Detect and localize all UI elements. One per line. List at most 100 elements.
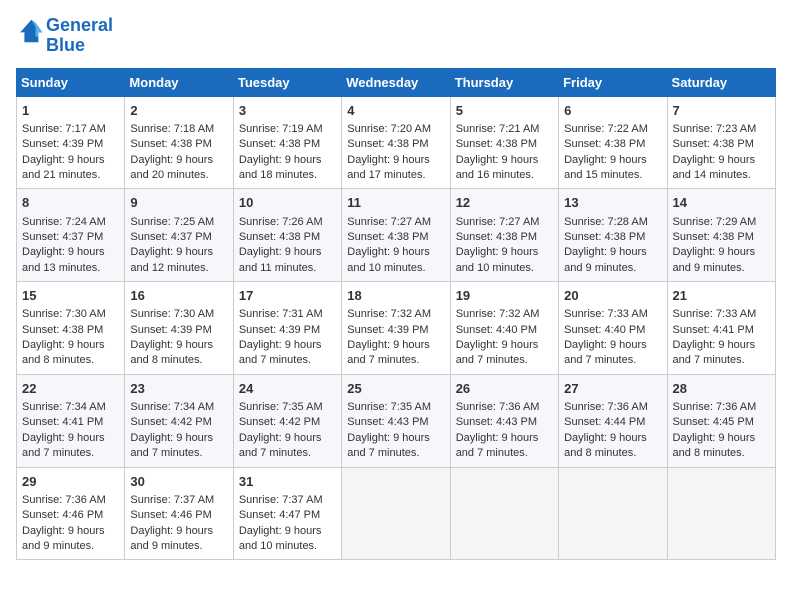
- day-number: 13: [564, 194, 661, 212]
- sunrise-text: Sunrise: 7:26 AM: [239, 216, 323, 228]
- sunset-text: Sunset: 4:38 PM: [22, 324, 103, 336]
- sunrise-text: Sunrise: 7:33 AM: [564, 308, 648, 320]
- day-number: 28: [673, 380, 770, 398]
- daylight-text: Daylight: 9 hours and 7 minutes.: [239, 339, 322, 366]
- calendar-cell: 12 Sunrise: 7:27 AM Sunset: 4:38 PM Dayl…: [450, 189, 558, 282]
- sunrise-text: Sunrise: 7:32 AM: [347, 308, 431, 320]
- calendar-row-week-3: 15 Sunrise: 7:30 AM Sunset: 4:38 PM Dayl…: [17, 282, 776, 375]
- daylight-text: Daylight: 9 hours and 7 minutes.: [456, 339, 539, 366]
- logo-text-line1: General: [46, 16, 113, 36]
- sunrise-text: Sunrise: 7:18 AM: [130, 123, 214, 135]
- calendar-row-week-5: 29 Sunrise: 7:36 AM Sunset: 4:46 PM Dayl…: [17, 467, 776, 560]
- sunset-text: Sunset: 4:38 PM: [239, 138, 320, 150]
- day-header-saturday: Saturday: [667, 68, 775, 96]
- sunset-text: Sunset: 4:37 PM: [22, 231, 103, 243]
- day-header-thursday: Thursday: [450, 68, 558, 96]
- daylight-text: Daylight: 9 hours and 17 minutes.: [347, 154, 430, 181]
- sunset-text: Sunset: 4:40 PM: [456, 324, 537, 336]
- day-header-sunday: Sunday: [17, 68, 125, 96]
- sunrise-text: Sunrise: 7:27 AM: [456, 216, 540, 228]
- calendar-cell: 24 Sunrise: 7:35 AM Sunset: 4:42 PM Dayl…: [233, 374, 341, 467]
- calendar-cell: 5 Sunrise: 7:21 AM Sunset: 4:38 PM Dayli…: [450, 96, 558, 189]
- sunrise-text: Sunrise: 7:34 AM: [22, 401, 106, 413]
- daylight-text: Daylight: 9 hours and 8 minutes.: [673, 432, 756, 459]
- day-number: 23: [130, 380, 227, 398]
- day-number: 7: [673, 102, 770, 120]
- calendar-cell: 11 Sunrise: 7:27 AM Sunset: 4:38 PM Dayl…: [342, 189, 450, 282]
- sunrise-text: Sunrise: 7:36 AM: [564, 401, 648, 413]
- calendar-cell: 25 Sunrise: 7:35 AM Sunset: 4:43 PM Dayl…: [342, 374, 450, 467]
- day-number: 24: [239, 380, 336, 398]
- sunset-text: Sunset: 4:44 PM: [564, 416, 645, 428]
- sunset-text: Sunset: 4:41 PM: [673, 324, 754, 336]
- calendar-cell: 15 Sunrise: 7:30 AM Sunset: 4:38 PM Dayl…: [17, 282, 125, 375]
- daylight-text: Daylight: 9 hours and 9 minutes.: [130, 525, 213, 552]
- daylight-text: Daylight: 9 hours and 11 minutes.: [239, 246, 322, 273]
- day-header-tuesday: Tuesday: [233, 68, 341, 96]
- sunset-text: Sunset: 4:39 PM: [239, 324, 320, 336]
- calendar-cell: 20 Sunrise: 7:33 AM Sunset: 4:40 PM Dayl…: [559, 282, 667, 375]
- sunrise-text: Sunrise: 7:22 AM: [564, 123, 648, 135]
- sunrise-text: Sunrise: 7:23 AM: [673, 123, 757, 135]
- day-number: 29: [22, 473, 119, 491]
- calendar-cell: 6 Sunrise: 7:22 AM Sunset: 4:38 PM Dayli…: [559, 96, 667, 189]
- sunset-text: Sunset: 4:39 PM: [130, 324, 211, 336]
- daylight-text: Daylight: 9 hours and 21 minutes.: [22, 154, 105, 181]
- daylight-text: Daylight: 9 hours and 10 minutes.: [347, 246, 430, 273]
- sunset-text: Sunset: 4:38 PM: [673, 138, 754, 150]
- sunrise-text: Sunrise: 7:30 AM: [22, 308, 106, 320]
- calendar-cell: 10 Sunrise: 7:26 AM Sunset: 4:38 PM Dayl…: [233, 189, 341, 282]
- day-number: 25: [347, 380, 444, 398]
- sunrise-text: Sunrise: 7:28 AM: [564, 216, 648, 228]
- day-number: 27: [564, 380, 661, 398]
- sunrise-text: Sunrise: 7:36 AM: [673, 401, 757, 413]
- sunrise-text: Sunrise: 7:32 AM: [456, 308, 540, 320]
- daylight-text: Daylight: 9 hours and 20 minutes.: [130, 154, 213, 181]
- sunset-text: Sunset: 4:43 PM: [347, 416, 428, 428]
- calendar-cell: [342, 467, 450, 560]
- calendar-cell: 9 Sunrise: 7:25 AM Sunset: 4:37 PM Dayli…: [125, 189, 233, 282]
- day-number: 20: [564, 287, 661, 305]
- calendar-cell: 30 Sunrise: 7:37 AM Sunset: 4:46 PM Dayl…: [125, 467, 233, 560]
- sunrise-text: Sunrise: 7:17 AM: [22, 123, 106, 135]
- day-number: 12: [456, 194, 553, 212]
- calendar-cell: 2 Sunrise: 7:18 AM Sunset: 4:38 PM Dayli…: [125, 96, 233, 189]
- sunrise-text: Sunrise: 7:21 AM: [456, 123, 540, 135]
- sunrise-text: Sunrise: 7:35 AM: [239, 401, 323, 413]
- sunrise-text: Sunrise: 7:35 AM: [347, 401, 431, 413]
- sunset-text: Sunset: 4:38 PM: [673, 231, 754, 243]
- daylight-text: Daylight: 9 hours and 9 minutes.: [673, 246, 756, 273]
- day-number: 1: [22, 102, 119, 120]
- days-header-row: SundayMondayTuesdayWednesdayThursdayFrid…: [17, 68, 776, 96]
- sunrise-text: Sunrise: 7:37 AM: [239, 494, 323, 506]
- daylight-text: Daylight: 9 hours and 7 minutes.: [22, 432, 105, 459]
- sunrise-text: Sunrise: 7:30 AM: [130, 308, 214, 320]
- daylight-text: Daylight: 9 hours and 10 minutes.: [456, 246, 539, 273]
- day-header-friday: Friday: [559, 68, 667, 96]
- day-number: 15: [22, 287, 119, 305]
- day-number: 17: [239, 287, 336, 305]
- daylight-text: Daylight: 9 hours and 18 minutes.: [239, 154, 322, 181]
- sunset-text: Sunset: 4:38 PM: [564, 231, 645, 243]
- sunrise-text: Sunrise: 7:37 AM: [130, 494, 214, 506]
- calendar-cell: 23 Sunrise: 7:34 AM Sunset: 4:42 PM Dayl…: [125, 374, 233, 467]
- daylight-text: Daylight: 9 hours and 9 minutes.: [22, 525, 105, 552]
- day-number: 18: [347, 287, 444, 305]
- calendar-cell: 27 Sunrise: 7:36 AM Sunset: 4:44 PM Dayl…: [559, 374, 667, 467]
- daylight-text: Daylight: 9 hours and 7 minutes.: [347, 432, 430, 459]
- sunrise-text: Sunrise: 7:20 AM: [347, 123, 431, 135]
- daylight-text: Daylight: 9 hours and 7 minutes.: [130, 432, 213, 459]
- calendar-cell: 7 Sunrise: 7:23 AM Sunset: 4:38 PM Dayli…: [667, 96, 775, 189]
- daylight-text: Daylight: 9 hours and 8 minutes.: [564, 432, 647, 459]
- sunset-text: Sunset: 4:38 PM: [456, 138, 537, 150]
- sunset-text: Sunset: 4:38 PM: [347, 231, 428, 243]
- sunset-text: Sunset: 4:47 PM: [239, 509, 320, 521]
- sunset-text: Sunset: 4:42 PM: [130, 416, 211, 428]
- calendar-cell: 1 Sunrise: 7:17 AM Sunset: 4:39 PM Dayli…: [17, 96, 125, 189]
- calendar-cell: 16 Sunrise: 7:30 AM Sunset: 4:39 PM Dayl…: [125, 282, 233, 375]
- day-number: 22: [22, 380, 119, 398]
- sunset-text: Sunset: 4:37 PM: [130, 231, 211, 243]
- sunset-text: Sunset: 4:41 PM: [22, 416, 103, 428]
- sunrise-text: Sunrise: 7:36 AM: [456, 401, 540, 413]
- sunset-text: Sunset: 4:38 PM: [456, 231, 537, 243]
